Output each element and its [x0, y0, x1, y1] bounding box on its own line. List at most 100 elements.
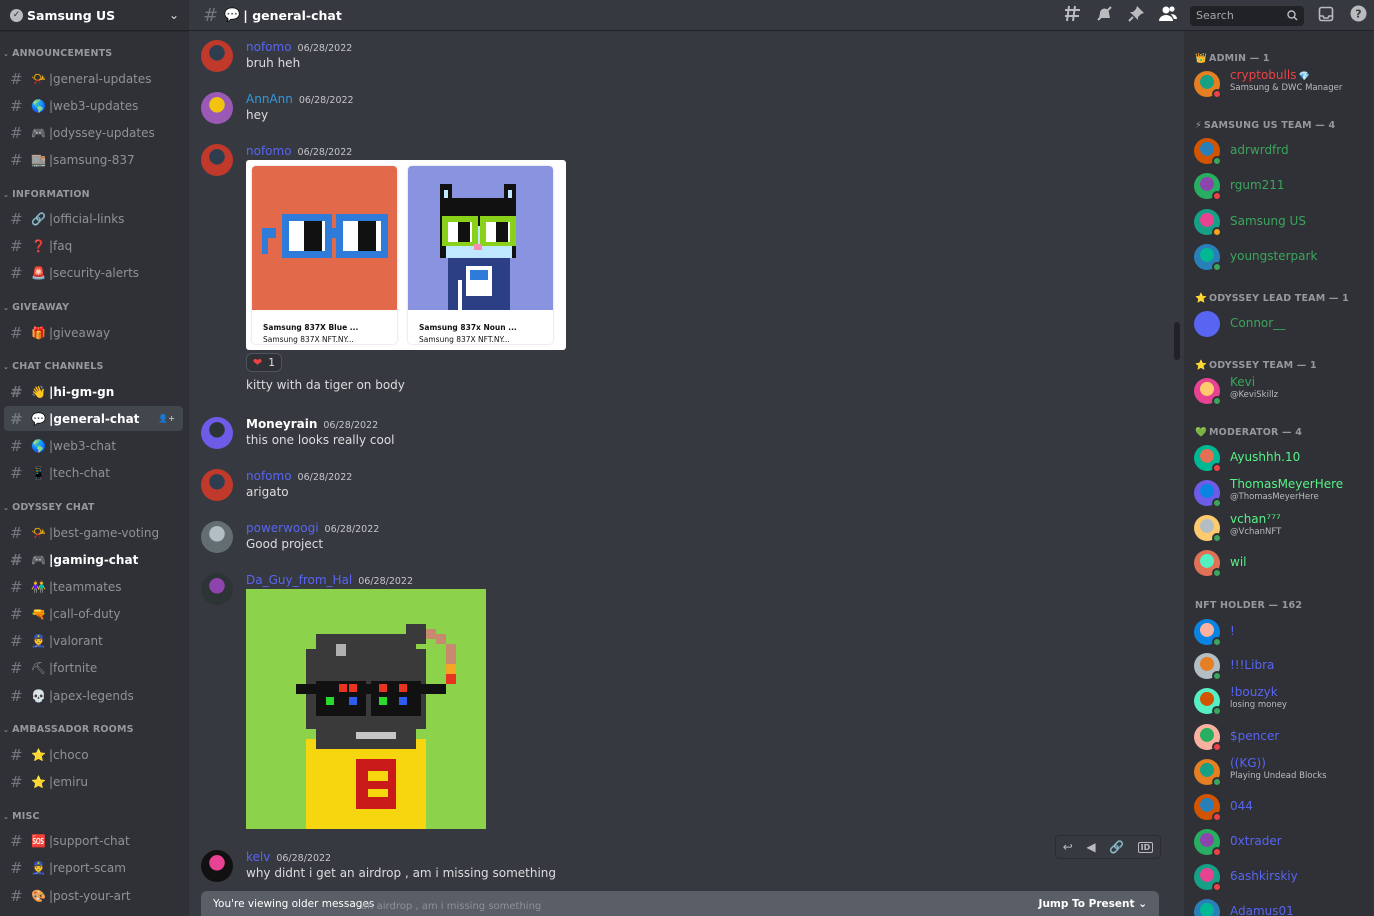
category-header[interactable]: ⌄ ANNOUNCEMENTS: [3, 48, 112, 59]
member-row[interactable]: adrwrdfrd: [1194, 136, 1369, 168]
link-icon[interactable]: 🔗: [1109, 840, 1124, 854]
status-indicator: [1212, 568, 1222, 578]
message-text: why didnt i get an airdrop , am i missin…: [246, 866, 557, 880]
older-messages-text: You're viewing older messages: [213, 898, 375, 910]
nft-card-noun[interactable]: Samsung 837x Noun ... Samsung 837X NFT.N…: [408, 166, 553, 344]
user-avatar[interactable]: [201, 573, 233, 605]
message-author[interactable]: kelv 06/28/2022: [246, 850, 331, 864]
server-header[interactable]: ✓ Samsung US ⌄: [0, 0, 189, 31]
heart-reaction[interactable]: ❤ 1: [246, 353, 282, 372]
message-author[interactable]: nofomo 06/28/2022: [246, 144, 352, 158]
member-row[interactable]: Kevi @KeviSkillz: [1194, 375, 1369, 408]
id-icon[interactable]: ID: [1137, 841, 1154, 853]
member-row[interactable]: youngsterpark: [1194, 242, 1369, 274]
help-icon[interactable]: ?: [1342, 5, 1374, 26]
channel-best-game-voting[interactable]: # 📯 | best-game-voting: [4, 520, 183, 545]
channel-call-of-duty[interactable]: # 🔫 | call-of-duty: [4, 601, 183, 626]
member-name: cryptobulls 💎: [1230, 68, 1310, 82]
message-list[interactable]: nofomo 06/28/2022 bruh heh AnnAnn 06/28/2022…: [189, 31, 1184, 916]
message-author[interactable]: nofomo 06/28/2022: [246, 40, 352, 54]
member-row[interactable]: !bouzyk losing money: [1194, 685, 1369, 718]
notification-muted-icon[interactable]: [1088, 5, 1120, 26]
nft-embed[interactable]: Samsung 837X Blue ... Samsung 837X NFT.N…: [246, 160, 566, 350]
category-header[interactable]: ⌄ INFORMATION: [3, 189, 90, 200]
channel-emoji-icon: 👋: [31, 384, 46, 399]
member-list-icon[interactable]: [1152, 5, 1184, 26]
channel-gaming-chat[interactable]: # 🎮 | gaming-chat: [4, 547, 183, 572]
member-row[interactable]: vchan⁷⁷⁷ @VchanNFT: [1194, 512, 1369, 545]
channel-security-alerts[interactable]: # 🚨 | security-alerts: [4, 260, 183, 285]
pin-icon[interactable]: [1120, 5, 1152, 26]
channel-web3-updates[interactable]: # 🌎 | web3-updates: [4, 93, 183, 118]
channel-giveaway[interactable]: # 🎁 | giveaway: [4, 320, 183, 345]
channel-apex-legends[interactable]: # 💀 | apex-legends: [4, 683, 183, 708]
channel-support-chat[interactable]: # 🆘 | support-chat: [4, 828, 183, 853]
channel-fortnite[interactable]: # ⛏ | fortnite: [4, 655, 183, 680]
category-label: ANNOUNCEMENTS: [12, 48, 113, 59]
nft-card-blue[interactable]: Samsung 837X Blue ... Samsung 837X NFT.N…: [252, 166, 397, 344]
user-avatar[interactable]: [201, 521, 233, 553]
chevron-down-icon[interactable]: ⌄: [169, 8, 179, 22]
member-row[interactable]: $pencer: [1194, 722, 1369, 754]
member-row[interactable]: !!!Libra: [1194, 651, 1369, 683]
channel-emoji-icon: ⛏: [30, 660, 47, 675]
inbox-icon[interactable]: [1310, 6, 1342, 26]
threads-icon[interactable]: [1056, 5, 1088, 26]
channel-report-scam[interactable]: # 👮 | report-scam: [4, 855, 183, 880]
member-row[interactable]: ((KG)) Playing Undead Blocks: [1194, 756, 1369, 789]
member-row[interactable]: Samsung US: [1194, 207, 1369, 239]
message-author[interactable]: Da_Guy_from_Hal 06/28/2022: [246, 573, 413, 587]
message-author[interactable]: AnnAnn 06/28/2022: [246, 92, 354, 106]
member-row[interactable]: Connor__: [1194, 309, 1369, 341]
user-avatar[interactable]: [201, 40, 233, 72]
user-avatar[interactable]: [201, 469, 233, 501]
member-row[interactable]: ThomasMeyerHere @ThomasMeyerHere: [1194, 477, 1369, 510]
add-member-icon[interactable]: 👤+: [158, 414, 175, 423]
member-row[interactable]: rgum211: [1194, 171, 1369, 203]
channel-hi-gm-gn[interactable]: # 👋 | hi-gm-gn: [4, 379, 183, 404]
scrollbar-thumb[interactable]: [1174, 322, 1180, 360]
member-row[interactable]: 6ashkirskiy: [1194, 862, 1369, 894]
channel-general-chat[interactable]: # 💬 | general-chat 👤+: [4, 406, 183, 431]
member-row[interactable]: 0xtrader: [1194, 827, 1369, 859]
channel-faq[interactable]: # ❓ | faq: [4, 233, 183, 258]
member-row[interactable]: !: [1194, 617, 1369, 649]
category-header[interactable]: ⌄ ODYSSEY CHAT: [3, 502, 95, 513]
category-header[interactable]: ⌄ CHAT CHANNELS: [3, 361, 104, 372]
search-input[interactable]: Search: [1190, 5, 1304, 26]
user-avatar[interactable]: [201, 92, 233, 124]
category-header[interactable]: ⌄ AMBASSADOR ROOMS: [3, 724, 134, 735]
user-avatar[interactable]: [201, 850, 233, 882]
megaphone-icon[interactable]: ◀: [1086, 840, 1095, 854]
channel-odyssey-updates[interactable]: # 🎮 | odyssey-updates: [4, 120, 183, 145]
message-author[interactable]: powerwoogi 06/28/2022: [246, 521, 379, 535]
jump-to-present-button[interactable]: Jump To Present ⌄: [1039, 898, 1147, 910]
user-avatar[interactable]: [201, 417, 233, 449]
member-row[interactable]: 044: [1194, 792, 1369, 824]
member-status-text: Samsung & DWC Manager: [1230, 83, 1343, 93]
user-avatar[interactable]: [201, 144, 233, 176]
channel-tech-chat[interactable]: # 📱 | tech-chat: [4, 460, 183, 485]
status-indicator: [1212, 882, 1222, 892]
member-row[interactable]: cryptobulls 💎 Samsung & DWC Manager: [1194, 68, 1369, 101]
channel-web3-chat[interactable]: # 🌎 | web3-chat: [4, 433, 183, 458]
channel-teammates[interactable]: # 👫 | teammates: [4, 574, 183, 599]
message-author[interactable]: Moneyrain 06/28/2022: [246, 417, 378, 431]
message-author[interactable]: nofomo 06/28/2022: [246, 469, 352, 483]
channel-post-your-art[interactable]: # 🎨 | post-your-art: [4, 883, 183, 908]
channel-general-updates[interactable]: # 📯 | general-updates: [4, 66, 183, 91]
channel-emoji-icon: 📱: [31, 465, 46, 480]
channel-choco[interactable]: # ⭐ | choco: [4, 742, 183, 767]
member-row[interactable]: Adamus01: [1194, 897, 1369, 916]
channel-name: tech-chat: [53, 465, 110, 480]
member-row[interactable]: Ayushhh.10: [1194, 443, 1369, 475]
channel-samsung-837[interactable]: # 🏬 | samsung-837: [4, 147, 183, 172]
older-messages-banner[interactable]: You're viewing older messages an airdrop…: [201, 891, 1159, 916]
channel-official-links[interactable]: # 🔗 | official-links: [4, 206, 183, 231]
channel-emiru[interactable]: # ⭐ | emiru: [4, 769, 183, 794]
category-header[interactable]: ⌄ GIVEAWAY: [3, 302, 69, 313]
channel-valorant[interactable]: # 👮 | valorant: [4, 628, 183, 653]
reply-icon[interactable]: ↩: [1063, 840, 1073, 854]
category-header[interactable]: ⌄ MISC: [3, 811, 40, 822]
member-row[interactable]: wil: [1194, 548, 1369, 580]
